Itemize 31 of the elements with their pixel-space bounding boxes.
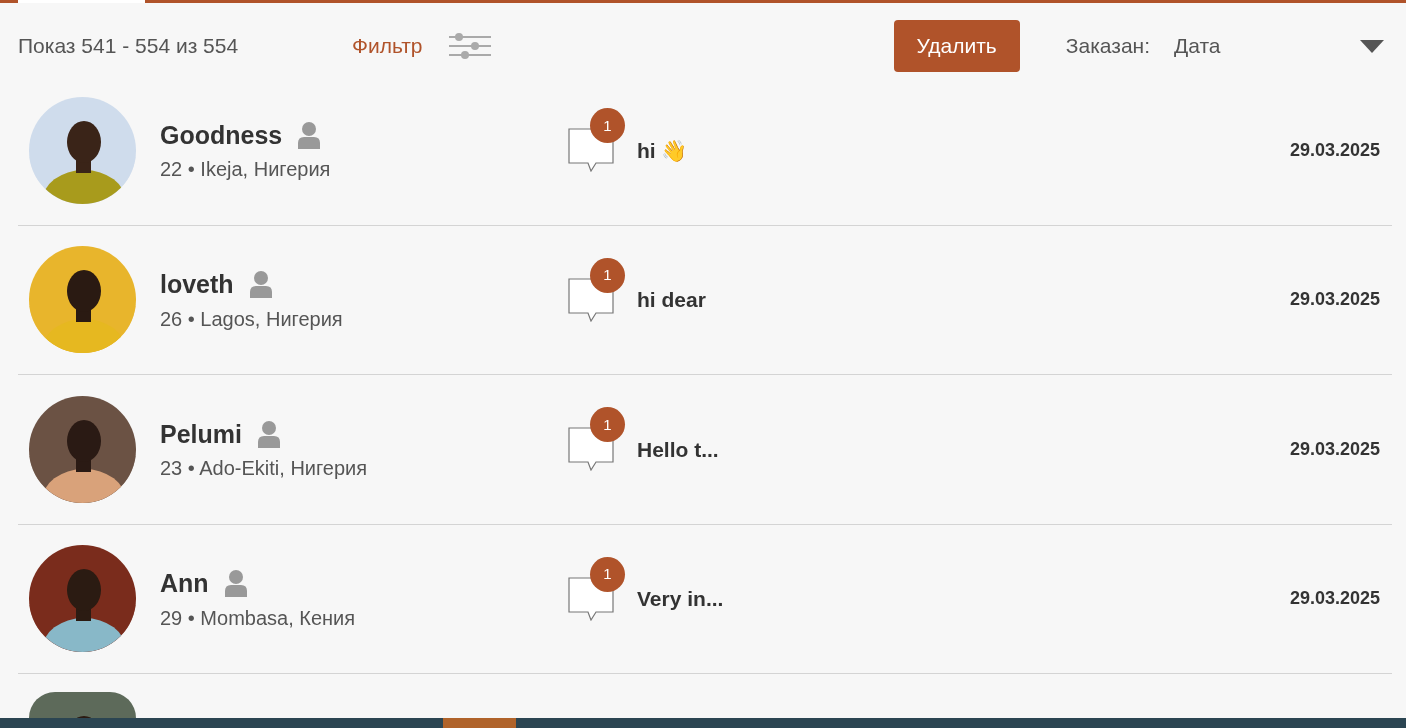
unread-badge: 1 xyxy=(590,556,625,592)
user-details: 23 • Ado-Ekiti, Нигерия xyxy=(160,456,369,481)
message-preview[interactable]: Very in... xyxy=(637,583,724,615)
user-name[interactable]: Ann xyxy=(160,565,209,603)
user-details: 29 • Mombasa, Кения xyxy=(160,605,357,631)
user-name[interactable]: Pelumi xyxy=(160,415,242,453)
user-name[interactable]: loveth xyxy=(160,266,234,304)
person-icon xyxy=(258,420,280,448)
person-icon xyxy=(224,570,247,598)
sliders-icon[interactable] xyxy=(448,33,491,59)
message-preview[interactable]: Hello t... xyxy=(637,433,719,465)
person-icon xyxy=(298,121,321,149)
person-icon xyxy=(249,271,272,299)
unread-badge: 1 xyxy=(590,108,625,144)
unread-badge: 1 xyxy=(590,257,625,293)
message-date: 29.03.2025 xyxy=(1289,288,1381,312)
results-count: Показ 541 - 554 из 554 xyxy=(18,33,240,60)
message-date: 29.03.2025 xyxy=(1289,138,1381,162)
message-date: 29.03.2025 xyxy=(1289,587,1381,611)
filter-link[interactable]: Фильтр xyxy=(352,30,423,62)
unread-badge: 1 xyxy=(590,407,625,443)
user-details: 26 • Lagos, Нигерия xyxy=(160,306,344,332)
sort-label: Заказан: xyxy=(1065,33,1150,60)
sort-dropdown[interactable]: Дата xyxy=(1174,30,1384,62)
message-preview[interactable]: hi 👋 xyxy=(637,134,688,166)
delete-button[interactable]: Удалить xyxy=(893,20,1020,72)
user-details: 22 • Ikeja, Нигерия xyxy=(160,157,332,182)
message-date: 29.03.2025 xyxy=(1289,437,1381,461)
caret-icon xyxy=(1360,39,1384,53)
message-preview[interactable]: hi dear xyxy=(637,284,706,316)
user-name[interactable]: Goodness xyxy=(160,116,283,154)
